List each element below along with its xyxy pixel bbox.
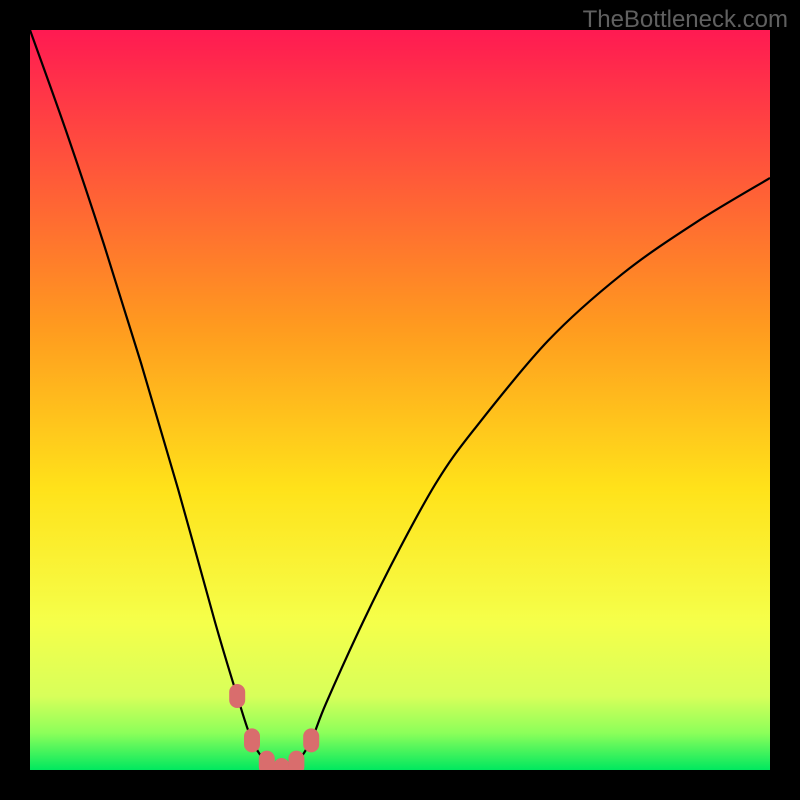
curve-path	[30, 30, 770, 770]
valley-pill	[288, 751, 304, 770]
optimal-zone-pills	[229, 684, 319, 770]
valley-pill	[303, 728, 319, 752]
valley-pill	[259, 751, 275, 770]
valley-pill	[274, 758, 290, 770]
valley-pill	[244, 728, 260, 752]
bottleneck-curve-svg	[30, 30, 770, 770]
valley-pill	[229, 684, 245, 708]
bottleneck-chart	[30, 30, 770, 770]
